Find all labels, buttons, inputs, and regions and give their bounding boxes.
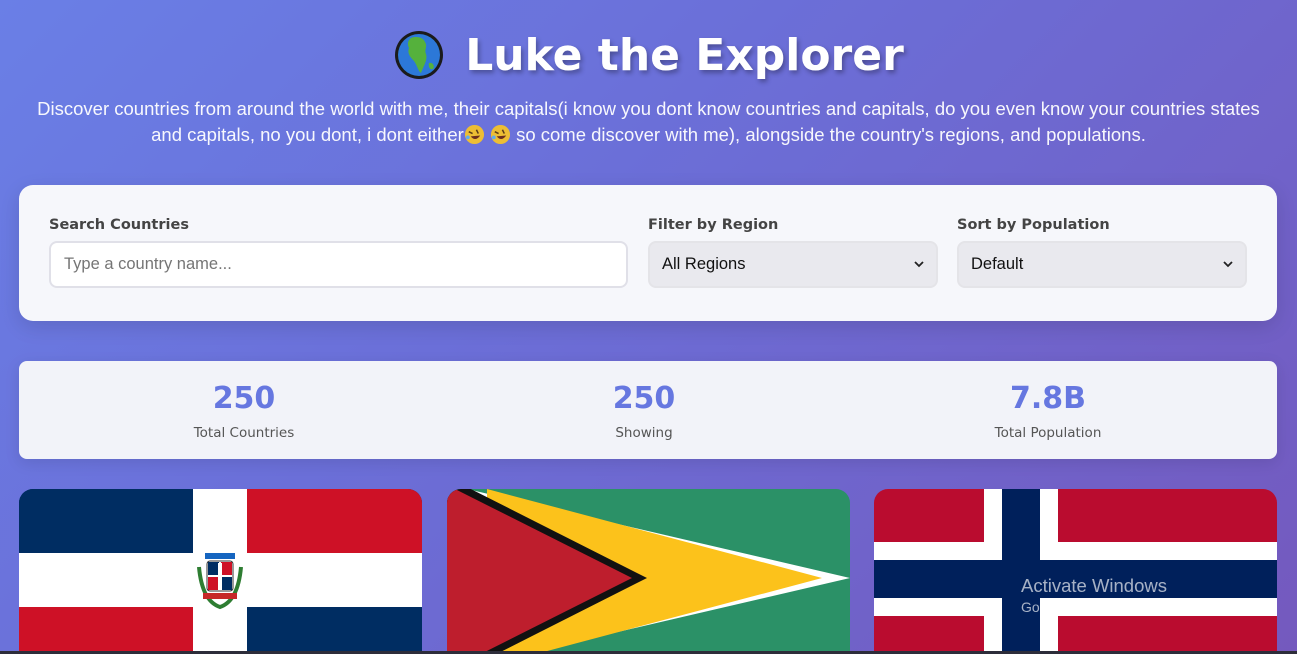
stat-total-countries: 250 Total Countries [94,381,394,441]
sort-selected-value: Default [971,255,1024,273]
title-row: Luke the Explorer [0,28,1297,82]
rolling-laughing-emoji-icon [490,124,510,145]
search-control: Search Countries [49,217,628,288]
activate-windows-watermark: Activate Windows Go to Settings to activ… [1021,575,1242,615]
sort-control: Sort by Population Default [957,217,1247,288]
chevron-down-icon [914,261,924,268]
region-label: Filter by Region [648,217,779,233]
stats-panel: 250 Total Countries 250 Showing 7.8B Tot… [19,361,1277,459]
stat-label: Total Population [994,425,1102,441]
search-input[interactable] [49,241,628,288]
search-label: Search Countries [49,217,189,233]
stat-label: Total Countries [193,425,295,441]
sort-label: Sort by Population [957,217,1110,233]
page-title: Luke the Explorer [465,29,904,81]
page-subtitle: Discover countries from around the world… [29,96,1269,148]
watermark-title: Activate Windows [1021,575,1167,596]
stat-value: 250 [212,381,276,416]
chevron-down-icon [1223,261,1233,268]
globe-icon [395,31,444,79]
stat-value: 250 [612,381,676,416]
country-card-norway[interactable] [874,489,1277,654]
stat-value: 7.8B [1009,381,1086,416]
region-select[interactable]: All Regions [648,241,938,288]
stat-showing: 250 Showing [494,381,794,441]
region-selected-value: All Regions [662,255,746,273]
rolling-laughing-emoji-icon [464,124,484,145]
sort-select[interactable]: Default [957,241,1247,288]
dominican-republic-flag-image [19,489,422,654]
country-card-dominican-republic[interactable] [19,489,422,654]
subtitle-text-part2: so come discover with me), alongside the… [510,124,1146,145]
country-card-guyana[interactable] [447,489,850,654]
watermark-subtitle: Go to Settings to activate Windows. [1021,599,1242,615]
norway-flag-image [874,489,1277,654]
stat-label: Showing [615,425,673,441]
header: Luke the Explorer Discover countries fro… [0,0,1297,148]
region-control: Filter by Region All Regions [648,217,938,288]
stat-total-population: 7.8B Total Population [898,381,1198,441]
controls-panel: Search Countries Filter by Region All Re… [19,185,1277,321]
guyana-flag-image [447,489,850,654]
